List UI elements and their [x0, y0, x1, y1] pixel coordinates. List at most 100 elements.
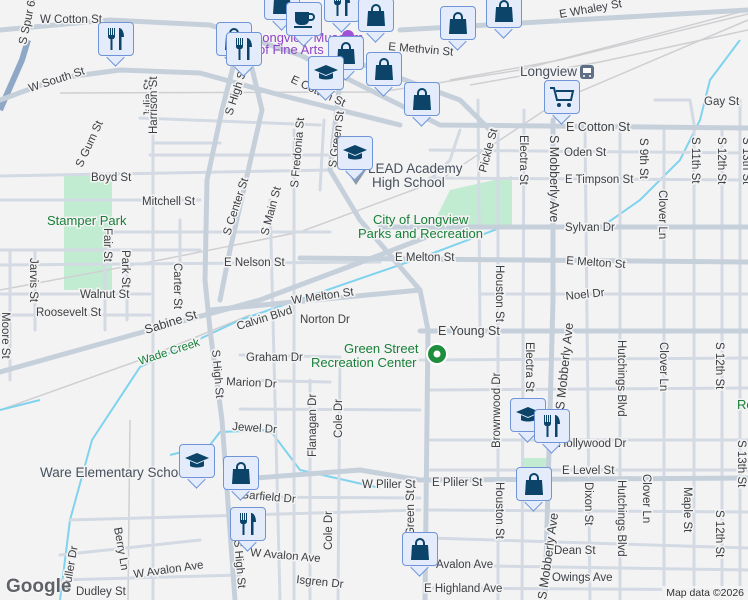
label-s-12th-st-3: S 12th St — [713, 510, 725, 558]
label-park-st: Park St — [119, 250, 131, 289]
shopping-marker[interactable] — [486, 0, 522, 39]
label-s-gum-st: S Gum St — [74, 118, 106, 169]
shopping-marker[interactable] — [223, 456, 259, 501]
label-e-melton-st: E Melton St — [395, 252, 455, 264]
label-dean-st: Dean St — [554, 545, 596, 557]
label-s-mobberly-ave-2: S Mobberly Ave — [553, 322, 576, 410]
label-lead-academy-2: High School — [372, 175, 445, 190]
label-oden-st: Oden St — [564, 147, 607, 159]
label-sabine-st: Sabine St — [143, 307, 199, 336]
label-boyd-st: Boyd St — [91, 172, 132, 184]
shopping-marker[interactable] — [440, 6, 476, 51]
shopping-bag-icon — [449, 12, 467, 34]
label-e-highland-ave: E Highland Ave — [424, 583, 502, 595]
label-sylvan-dr: Sylvan Dr — [565, 222, 615, 234]
restaurant-marker[interactable] — [324, 0, 360, 33]
label-stamper-park: Stamper Park — [47, 213, 127, 228]
school-marker[interactable] — [337, 136, 373, 181]
label-hutchings-blvd-2: Hutchings Blvd — [615, 480, 627, 557]
park-pin-icon[interactable] — [426, 343, 448, 365]
label-wade-creek: Wade Creek — [137, 337, 201, 368]
label-flanagan-dr: Flanagan Dr — [307, 394, 319, 457]
label-jarvis-st: Jarvis St — [27, 258, 39, 303]
label-clover-ln: Clover Ln — [656, 190, 668, 239]
label-clover-ln-3: Clover Ln — [640, 474, 652, 523]
shopping-bag-icon — [525, 473, 543, 495]
restaurant-marker[interactable] — [98, 22, 134, 67]
school-marker[interactable] — [179, 444, 215, 489]
label-electra-st: Electra St — [517, 135, 529, 186]
label-e-pliler-st: E Pliler St — [432, 477, 483, 489]
shopping-cart-icon — [550, 87, 575, 107]
shopping-marker[interactable] — [366, 52, 402, 97]
shopping-bag-icon — [495, 0, 513, 22]
label-museum-2: of Fine Arts — [258, 42, 324, 57]
label-lead-academy-1: LEAD Academy — [368, 161, 463, 176]
label-clover-ln-2: Clover Ln — [657, 342, 669, 391]
label-w-melton-st: W Melton St — [291, 286, 355, 307]
label-w-pliler-st: W Pliler St — [362, 479, 416, 491]
graduation-cap-icon — [343, 145, 367, 160]
label-parks-rec-2: Parks and Recreation — [358, 226, 483, 241]
label-s-13th-st-2: S 13th St — [735, 440, 747, 488]
label-norton-dr: Norton Dr — [300, 314, 350, 326]
label-parks-rec-1: City of Longview — [373, 212, 469, 227]
label-s-high-st-2: S High St — [209, 349, 225, 399]
shopping-marker[interactable] — [404, 82, 440, 127]
label-cole-dr-2: Cole Dr — [323, 511, 335, 550]
label-s-mobberly-ave: S Mobberly Ave — [547, 135, 561, 222]
fork-knife-icon — [544, 415, 560, 437]
label-dixon-st: Dixon St — [582, 482, 594, 526]
fork-knife-icon — [334, 0, 350, 16]
shopping-bag-icon — [375, 58, 393, 80]
graduation-cap-icon — [314, 65, 338, 80]
label-houston-st: Houston St — [493, 265, 505, 323]
restaurant-marker[interactable] — [226, 32, 262, 77]
label-gay-st: Gay St — [704, 96, 740, 108]
label-s-12th-st: S 12th St — [715, 137, 727, 185]
map-attribution[interactable]: Map data ©2026 — [662, 586, 748, 600]
label-w-south-st: W South St — [27, 65, 87, 95]
label-avalon-ave: Avalon Ave — [436, 559, 493, 571]
coffee-cup-icon — [294, 12, 315, 28]
fork-knife-icon — [240, 513, 256, 535]
label-houston-st-2: Houston St — [493, 482, 505, 540]
label-noel-dr: Noel Dr — [565, 287, 605, 303]
label-e-nelson-st: E Nelson St — [224, 257, 286, 269]
label-walnut-st: Walnut St — [80, 289, 130, 301]
label-cole-dr: Cole Dr — [333, 399, 345, 438]
shopping-marker[interactable] — [516, 467, 552, 512]
shopping-bag-icon — [232, 462, 250, 484]
shopping-bag-icon — [411, 538, 429, 560]
label-marion-dr: Marion Dr — [226, 376, 277, 391]
label-graham-dr: Graham Dr — [246, 352, 303, 364]
label-harrison-st: Harrison St — [148, 76, 160, 134]
shopping-bag-icon — [413, 88, 431, 110]
label-s-9th-st: S 9th St — [637, 138, 649, 180]
label-partial-place: Re — [737, 397, 748, 412]
label-ware-elementary: Ware Elementary School — [40, 465, 189, 480]
label-owings-ave: Owings Ave — [552, 572, 613, 584]
label-s-spur: S Spur 63 — [17, 0, 39, 46]
fork-knife-icon — [108, 28, 124, 50]
school-marker[interactable] — [308, 56, 344, 101]
restaurant-marker[interactable] — [230, 507, 266, 552]
label-green-rec-2: Recreation Center — [311, 355, 417, 370]
label-green-rec-1: Green Street — [344, 341, 419, 356]
label-e-melton-st-2: E Melton St — [566, 255, 627, 271]
label-e-young-st: E Young St — [438, 324, 500, 338]
restaurant-marker[interactable] — [534, 409, 570, 454]
grocery-marker[interactable] — [544, 80, 580, 125]
fork-knife-icon — [236, 38, 252, 60]
label-jewel-dr: Jewel Dr — [232, 421, 278, 436]
shopping-marker[interactable] — [358, 0, 394, 43]
label-e-cotton-st-2: E Cotton St — [566, 120, 630, 134]
graduation-cap-icon — [185, 453, 209, 468]
cafe-marker[interactable] — [286, 2, 322, 47]
train-station-icon[interactable] — [580, 65, 594, 79]
label-longview-station: Longview — [520, 64, 577, 79]
label-mitchell-st: Mitchell St — [142, 196, 196, 208]
label-dudley-st: Dudley St — [76, 586, 127, 598]
shopping-marker[interactable] — [402, 532, 438, 577]
label-roosevelt-st: Roosevelt St — [36, 307, 102, 319]
